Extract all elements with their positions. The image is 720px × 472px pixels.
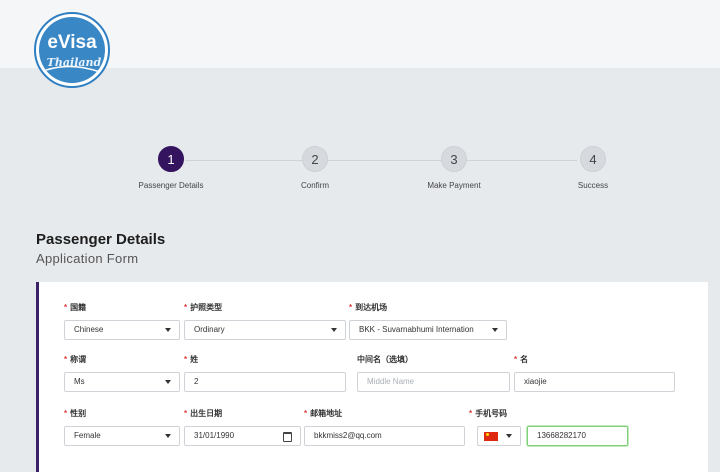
required-marker: *	[64, 409, 68, 418]
nationality-label: 国籍	[70, 303, 87, 312]
arrival-airport-select[interactable]: BKK - Suvarnabhumi Internation	[349, 320, 507, 340]
application-form-card: * 国籍 Chinese * 护照类型 Ordinary * 到达机场 BKK - S…	[36, 282, 708, 472]
passport-type-select[interactable]: Ordinary	[184, 320, 346, 340]
nationality-select[interactable]: Chinese	[64, 320, 180, 340]
email-field: * 邮箱地址 bkkmiss2@qq.com	[304, 409, 465, 446]
passport-type-value: Ordinary	[194, 325, 225, 334]
given-name-input[interactable]: xiaojie	[514, 372, 675, 392]
calendar-icon[interactable]	[283, 432, 292, 442]
stepper-connector-line	[185, 160, 577, 161]
nationality-value: Chinese	[74, 325, 104, 334]
required-marker: *	[469, 409, 473, 418]
required-marker: *	[64, 355, 68, 364]
step-number: 1	[158, 146, 184, 172]
phone-label: 手机号码	[475, 409, 508, 418]
gender-field: * 性别 Female	[64, 409, 180, 446]
birth-date-label: 出生日期	[190, 409, 223, 418]
phone-country-select[interactable]	[477, 426, 521, 446]
middle-name-field: 中间名（选填） Middle Name	[357, 355, 510, 392]
chevron-down-icon	[165, 434, 171, 438]
chevron-down-icon	[331, 328, 337, 332]
step-confirm: 2 Confirm	[255, 146, 375, 190]
required-marker: *	[184, 303, 188, 312]
chevron-down-icon	[165, 328, 171, 332]
gender-label: 性别	[70, 409, 87, 418]
required-marker: *	[514, 355, 518, 364]
evisa-thailand-logo[interactable]: eVisa Thailand	[30, 12, 114, 90]
page-subtitle: Application Form	[36, 251, 139, 266]
chevron-down-icon	[165, 380, 171, 384]
step-success: 4 Success	[533, 146, 653, 190]
chevron-down-icon	[506, 434, 512, 438]
required-marker: *	[184, 409, 188, 418]
step-make-payment: 3 Make Payment	[394, 146, 514, 190]
chevron-down-icon	[492, 328, 498, 332]
passport-type-label: 护照类型	[190, 303, 223, 312]
step-number: 2	[302, 146, 328, 172]
step-label: Make Payment	[427, 181, 481, 190]
step-number: 4	[580, 146, 606, 172]
required-marker: *	[64, 303, 68, 312]
surname-label: 姓	[190, 355, 199, 364]
phone-field: * 手机号码 13668282170	[469, 409, 629, 446]
step-label: Success	[577, 181, 609, 190]
title-value: Ms	[74, 377, 85, 386]
required-marker: *	[349, 303, 353, 312]
step-passenger-details: 1 Passenger Details	[111, 146, 231, 190]
china-flag-icon	[484, 432, 498, 441]
progress-stepper: 1 Passenger Details 2 Confirm 3 Make Pay…	[0, 146, 720, 206]
step-number: 3	[441, 146, 467, 172]
middle-name-label: 中间名（选填）	[357, 355, 413, 364]
phone-number-input[interactable]: 13668282170	[527, 426, 628, 446]
birth-date-value: 31/01/1990	[194, 431, 235, 440]
logo-text-evisa: eVisa	[47, 32, 97, 53]
required-marker: *	[184, 355, 188, 364]
title-select[interactable]: Ms	[64, 372, 180, 392]
middle-name-input[interactable]: Middle Name	[357, 372, 510, 392]
section-heading: Passenger Details Application Form	[36, 231, 165, 266]
nationality-field: * 国籍 Chinese	[64, 303, 180, 340]
step-label: Passenger Details	[138, 181, 204, 190]
arrival-airport-value: BKK - Suvarnabhumi Internation	[359, 325, 474, 334]
required-marker: *	[304, 409, 308, 418]
passport-type-field: * 护照类型 Ordinary	[184, 303, 346, 340]
birth-date-input[interactable]: 31/01/1990	[184, 426, 301, 446]
step-label: Confirm	[300, 181, 329, 190]
arrival-airport-field: * 到达机场 BKK - Suvarnabhumi Internation	[349, 303, 507, 340]
email-input[interactable]: bkkmiss2@qq.com	[304, 426, 465, 446]
title-field: * 称谓 Ms	[64, 355, 180, 392]
given-name-field: * 名 xiaojie	[514, 355, 675, 392]
given-name-label: 名	[520, 355, 529, 364]
gender-value: Female	[74, 431, 101, 440]
birth-date-field: * 出生日期 31/01/1990	[184, 409, 301, 446]
arrival-airport-label: 到达机场	[355, 303, 388, 312]
title-label: 称谓	[70, 355, 87, 364]
email-label: 邮箱地址	[310, 409, 343, 418]
gender-select[interactable]: Female	[64, 426, 180, 446]
surname-input[interactable]: 2	[184, 372, 346, 392]
page-title: Passenger Details	[36, 231, 166, 248]
surname-field: * 姓 2	[184, 355, 346, 392]
